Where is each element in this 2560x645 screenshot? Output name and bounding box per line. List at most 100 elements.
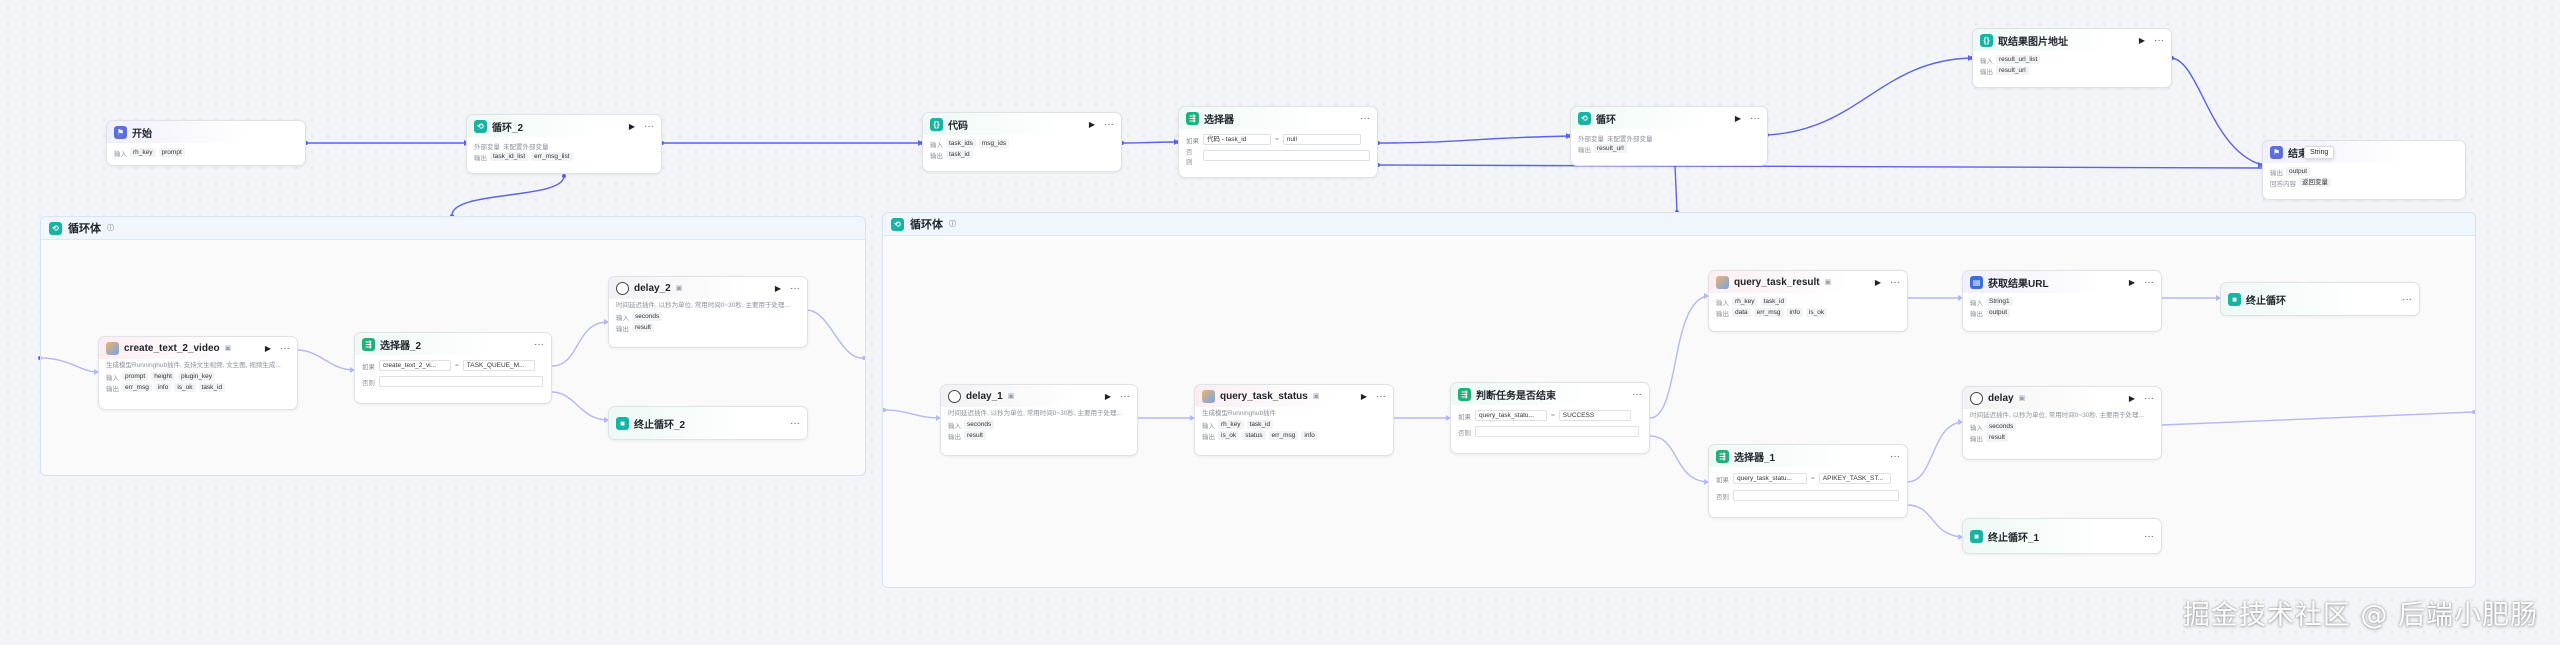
condition-right[interactable]: TASK_QUEUE_M... bbox=[462, 360, 535, 371]
node-title: 终止循环_2 bbox=[634, 419, 686, 431]
run-button[interactable]: ▶ bbox=[1875, 278, 1881, 287]
node-selector[interactable]: ⇶ 选择器 ··· 如果 代码 - task_id = null 否则 bbox=[1178, 106, 1378, 178]
node-code[interactable]: {} 代码 ▶ ··· 输入 task_ids msg_ids 输出 task_id bbox=[922, 112, 1122, 172]
param-chip: info bbox=[154, 383, 172, 392]
node-loop[interactable]: ⟲ 循环 ▶ ··· 外部变量 未配置外部变量 输出 result_url bbox=[1570, 106, 1768, 166]
loop-icon: ⟲ bbox=[474, 119, 487, 133]
node-stop-loop-2[interactable]: ■ 终止循环_2 ··· bbox=[608, 406, 808, 440]
param-chip: task_id_list bbox=[490, 152, 529, 161]
more-icon[interactable]: ··· bbox=[644, 121, 654, 132]
more-icon[interactable]: ··· bbox=[2154, 35, 2164, 46]
run-button[interactable]: ▶ bbox=[2129, 394, 2135, 403]
condition-right[interactable]: APIKEY_TASK_ST... bbox=[1818, 473, 1891, 484]
condition-left[interactable]: query_task_statu... bbox=[1733, 473, 1807, 484]
more-icon[interactable]: ··· bbox=[2144, 531, 2154, 542]
more-icon[interactable]: ··· bbox=[2144, 393, 2154, 404]
if-label: 如果 bbox=[362, 363, 375, 371]
else-box bbox=[1475, 426, 1639, 437]
node-selector-1[interactable]: ⇶ 选择器_1 ··· 如果 query_task_statu... = APIKEY_T… bbox=[1708, 444, 1908, 518]
run-button[interactable]: ▶ bbox=[1105, 392, 1111, 401]
run-button[interactable]: ▶ bbox=[2129, 278, 2135, 287]
input-label: 输入 bbox=[1202, 422, 1215, 430]
more-icon[interactable]: ··· bbox=[1360, 113, 1370, 124]
input-label: 输入 bbox=[106, 374, 119, 382]
node-title: 终止循环_1 bbox=[1988, 532, 2040, 544]
more-icon[interactable]: ··· bbox=[2144, 277, 2154, 288]
more-icon[interactable]: ··· bbox=[1120, 391, 1130, 402]
param-chip: is_ok bbox=[174, 383, 196, 392]
more-icon[interactable]: ··· bbox=[534, 339, 544, 350]
node-loop-2[interactable]: ⟲ 循环_2 ▶ ··· 外部变量 未配置外部变量 输出 task_id_list err_… bbox=[466, 114, 662, 174]
more-icon[interactable]: ··· bbox=[790, 418, 800, 429]
more-icon[interactable]: ··· bbox=[790, 283, 800, 294]
param-chip: task_id bbox=[1246, 420, 1274, 429]
plugin-tag-icon: ▣ bbox=[1312, 393, 1320, 400]
run-button[interactable]: ▶ bbox=[629, 122, 635, 131]
else-label: 否则 bbox=[1716, 493, 1729, 501]
run-button[interactable]: ▶ bbox=[775, 284, 781, 293]
node-delay-2[interactable]: delay_2 ▣ ▶ ··· 时间延迟插件, 以秒为单位, 常用时间0~30秒, 主… bbox=[608, 276, 808, 348]
run-button[interactable]: ▶ bbox=[2139, 36, 2145, 45]
node-start[interactable]: ⚑ 开始 输入 rh_key prompt bbox=[106, 120, 306, 166]
node-title: delay_1 bbox=[966, 390, 1003, 402]
loop-icon: ⟲ bbox=[49, 221, 62, 235]
node-fetch-result-url[interactable]: {} 取结果图片地址 ▶ ··· 输入 result_url_list 输出 result… bbox=[1972, 28, 2172, 88]
param-chip: rh_key bbox=[130, 148, 156, 157]
node-title: 循环_2 bbox=[492, 122, 524, 134]
node-query-task-status[interactable]: query_task_status ▣ ▶ ··· 生成模型Runninghub插件 … bbox=[1194, 384, 1394, 456]
selector-icon: ⇶ bbox=[1458, 387, 1471, 401]
node-create-text-2-video[interactable]: create_text_2_video ▣ ▶ ··· 生成模型Runninghub插… bbox=[98, 336, 298, 410]
var-label: 外部变量 bbox=[1578, 135, 1604, 143]
run-button[interactable]: ▶ bbox=[265, 344, 271, 353]
more-icon[interactable]: ··· bbox=[1750, 113, 1760, 124]
node-end[interactable]: ⚑ 结束 输出 output 回答内容 返回变量 bbox=[2262, 140, 2466, 200]
output-label: 输出 bbox=[1202, 433, 1215, 441]
condition-left[interactable]: query_task_statu... bbox=[1475, 410, 1547, 421]
node-judge-task-finished[interactable]: ⇶ 判断任务是否结束 ··· 如果 query_task_statu... = SUCCE… bbox=[1450, 382, 1650, 454]
condition-right[interactable]: SUCCESS bbox=[1558, 410, 1631, 421]
param-chip: seconds bbox=[964, 420, 995, 429]
answer-label: 回答内容 bbox=[2270, 180, 2296, 188]
output-label: 输出 bbox=[1578, 146, 1591, 154]
plugin-icon bbox=[1716, 275, 1729, 289]
node-delay[interactable]: delay ▣ ▶ ··· 时间延迟插件, 以秒为单位, 常用时间0~30秒, 主要用… bbox=[1962, 386, 2162, 460]
input-label: 输入 bbox=[1970, 299, 1983, 307]
plugin-tag-icon: ▣ bbox=[675, 285, 683, 292]
run-button[interactable]: ▶ bbox=[1735, 114, 1741, 123]
if-label: 如果 bbox=[1458, 413, 1471, 421]
more-icon[interactable]: ··· bbox=[280, 343, 290, 354]
more-icon[interactable]: ··· bbox=[1890, 277, 1900, 288]
more-icon[interactable]: ··· bbox=[1376, 391, 1386, 402]
condition-left[interactable]: 代码 - task_id bbox=[1203, 134, 1271, 145]
else-label: 否则 bbox=[362, 379, 375, 387]
plugin-icon bbox=[106, 341, 119, 355]
else-box bbox=[1202, 150, 1370, 161]
plugin-tag-icon: ▣ bbox=[2018, 395, 2026, 402]
if-label: 如果 bbox=[1186, 137, 1199, 145]
node-title: 开始 bbox=[132, 128, 152, 140]
node-get-result-url[interactable]: ▤ 获取结果URL ▶ ··· 输入 String1 输出 output bbox=[1962, 270, 2162, 332]
plugin-tag-icon: ▣ bbox=[1007, 393, 1015, 400]
param-chip: prompt bbox=[122, 372, 149, 381]
node-delay-1[interactable]: delay_1 ▣ ▶ ··· 时间延迟插件, 以秒为单位, 常用时间0~30秒, 主… bbox=[940, 384, 1138, 456]
clock-icon bbox=[1970, 391, 1983, 405]
input-label: 输入 bbox=[930, 141, 943, 149]
var-hint: 未配置外部变量 bbox=[1607, 135, 1653, 143]
node-stop-loop[interactable]: ■ 终止循环 ··· bbox=[2220, 282, 2420, 316]
more-icon[interactable]: ··· bbox=[1104, 119, 1114, 130]
param-chip: data bbox=[1732, 308, 1751, 317]
condition-right[interactable]: null bbox=[1282, 134, 1361, 145]
run-button[interactable]: ▶ bbox=[1089, 120, 1095, 129]
answer-chip: 返回变量 bbox=[2299, 178, 2331, 187]
node-query-task-result[interactable]: query_task_result ▣ ▶ ··· 输入 rh_key task_id 输… bbox=[1708, 270, 1908, 332]
node-stop-loop-1[interactable]: ■ 终止循环_1 ··· bbox=[1962, 518, 2162, 554]
node-selector-2[interactable]: ⇶ 选择器_2 ··· 如果 create_text_2_vi... = TASK_QUE… bbox=[354, 332, 552, 404]
output-label: 输出 bbox=[106, 385, 119, 393]
condition-left[interactable]: create_text_2_vi... bbox=[379, 360, 451, 371]
input-label: 输入 bbox=[114, 150, 127, 158]
more-icon[interactable]: ··· bbox=[1890, 451, 1900, 462]
more-icon[interactable]: ··· bbox=[1632, 389, 1642, 400]
param-chip: rh_key bbox=[1218, 420, 1244, 429]
run-button[interactable]: ▶ bbox=[1361, 392, 1367, 401]
more-icon[interactable]: ··· bbox=[2402, 294, 2412, 305]
